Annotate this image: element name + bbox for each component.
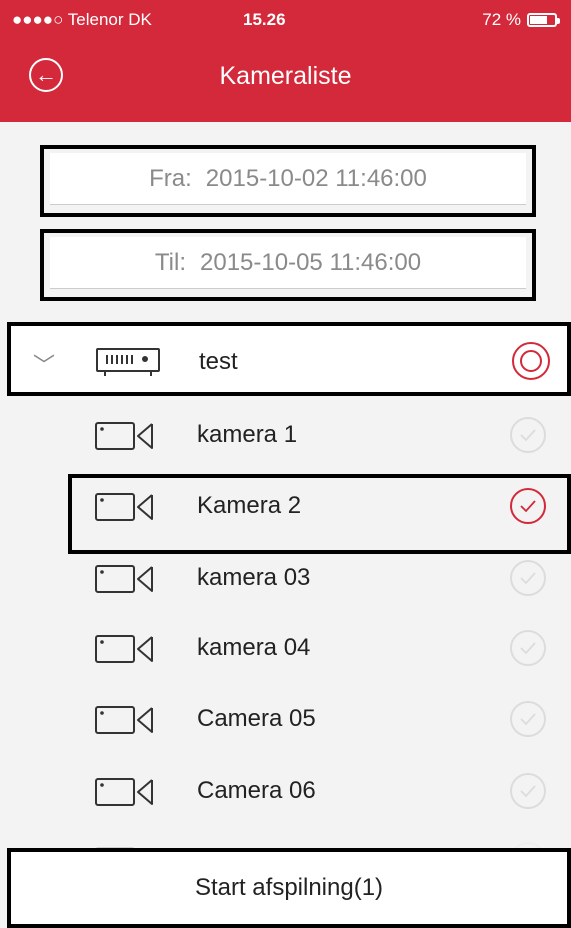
camera-name: Kamera 2 xyxy=(197,492,302,519)
battery-fill xyxy=(530,16,548,24)
from-date-field[interactable]: Fra: 2015-10-02 11:46:00 xyxy=(40,145,536,217)
battery-indicator: 72 % xyxy=(482,10,560,30)
camera-row[interactable]: Kamera 2 xyxy=(0,474,571,554)
checkmark-icon[interactable] xyxy=(510,560,546,596)
camera-icon xyxy=(95,635,153,663)
battery-percent: 72 % xyxy=(482,10,521,29)
camera-icon xyxy=(95,565,153,593)
camera-row[interactable]: Camera 05 xyxy=(0,687,571,753)
checkmark-icon[interactable] xyxy=(510,773,546,809)
page-title: Kameraliste xyxy=(219,62,352,90)
camera-icon xyxy=(95,778,153,806)
checkmark-icon[interactable] xyxy=(510,488,546,524)
camera-row[interactable]: Camera 06 xyxy=(0,759,571,825)
device-row[interactable]: ﹀ test xyxy=(7,322,571,396)
camera-row[interactable]: kamera 03 xyxy=(0,546,571,612)
to-label: Til: xyxy=(154,248,187,276)
from-label: Fra: xyxy=(149,164,192,192)
from-value: 2015-10-02 11:46:00 xyxy=(205,164,427,192)
carrier-label: ●●●●○ Telenor DK xyxy=(12,10,152,29)
start-playback-button[interactable]: Start afspilning(1) xyxy=(7,848,571,928)
camera-row[interactable]: kamera 1 xyxy=(0,403,571,469)
camera-name: kamera 04 xyxy=(197,634,311,661)
device-name: test xyxy=(199,348,238,375)
camera-name: Camera 05 xyxy=(197,705,316,732)
clock: 15.26 xyxy=(243,10,286,29)
camera-icon xyxy=(95,493,153,521)
camera-name: Camera 06 xyxy=(197,777,316,804)
checkmark-icon[interactable] xyxy=(510,701,546,737)
partial-select-icon[interactable] xyxy=(512,342,550,380)
status-bar: ●●●●○ Telenor DK 15.26 72 % xyxy=(0,0,571,38)
to-date-field[interactable]: Til: 2015-10-05 11:46:00 xyxy=(40,229,536,301)
camera-row[interactable]: kamera 04 xyxy=(0,616,571,682)
camera-name: kamera 03 xyxy=(197,564,311,591)
chevron-down-icon[interactable]: ﹀ xyxy=(33,348,55,380)
camera-icon xyxy=(95,706,153,734)
recorder-icon xyxy=(96,348,160,376)
camera-name: kamera 1 xyxy=(197,421,298,448)
to-value: 2015-10-05 11:46:00 xyxy=(200,248,422,276)
battery-icon xyxy=(527,13,560,27)
checkmark-icon[interactable] xyxy=(510,630,546,666)
camera-icon xyxy=(95,422,153,450)
checkmark-icon[interactable] xyxy=(510,417,546,453)
top-bar: ●●●●○ Telenor DK 15.26 72 % ← Kameralist… xyxy=(0,0,571,122)
